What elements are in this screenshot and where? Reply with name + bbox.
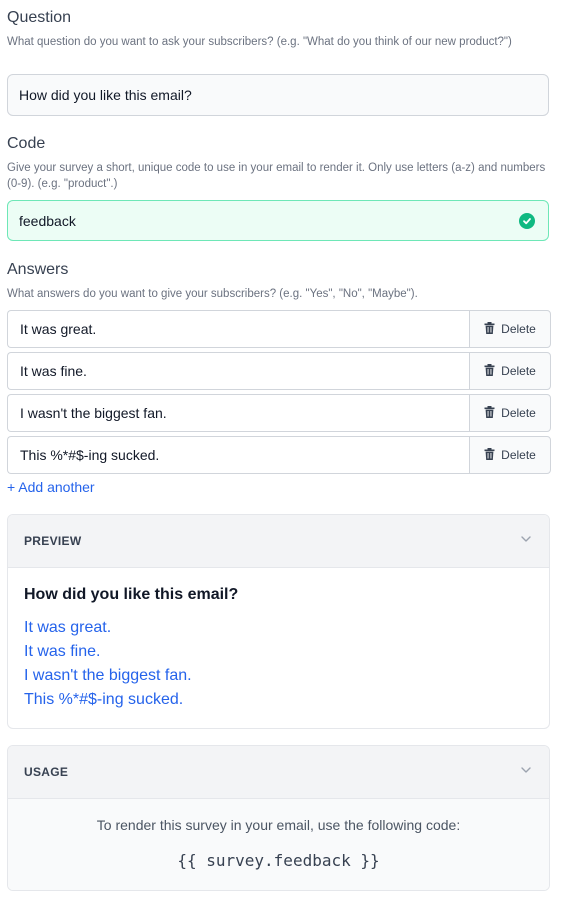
chevron-down-icon (519, 763, 533, 782)
delete-label: Delete (501, 448, 536, 462)
preview-panel-header[interactable]: PREVIEW (8, 515, 549, 568)
question-help: What question do you want to ask your su… (7, 36, 512, 48)
add-answer-link[interactable]: + Add another (7, 479, 95, 495)
question-input-value: How did you like this email? (19, 87, 192, 103)
usage-title: USAGE (24, 765, 69, 779)
answer-input[interactable]: This %*#$-ing sucked. (7, 436, 469, 474)
usage-code-snippet: {{ survey.feedback }} (177, 851, 380, 870)
code-input[interactable]: feedback (7, 200, 549, 241)
delete-label: Delete (501, 322, 536, 336)
delete-answer-button[interactable]: Delete (469, 310, 551, 348)
code-label: Code (7, 135, 46, 152)
answer-row: It was fine. Delete (7, 352, 551, 390)
answer-input-value: This %*#$-ing sucked. (20, 447, 160, 463)
answer-row: It was great. Delete (7, 310, 551, 348)
usage-instruction: To render this survey in your email, use… (96, 817, 461, 833)
preview-answer-link[interactable]: It was fine. (24, 640, 533, 664)
delete-label: Delete (501, 364, 536, 378)
trash-icon (484, 405, 495, 421)
answer-input-value: I wasn't the biggest fan. (20, 405, 167, 421)
trash-icon (484, 363, 495, 379)
preview-answer-link[interactable]: I wasn't the biggest fan. (24, 664, 533, 688)
code-help: Give your survey a short, unique code to… (7, 162, 546, 190)
answer-row: This %*#$-ing sucked. Delete (7, 436, 551, 474)
code-input-value: feedback (19, 212, 76, 229)
survey-editor: Question What question do you want to as… (0, 0, 561, 901)
preview-answer-link[interactable]: It was great. (24, 616, 533, 640)
answer-input-value: It was great. (20, 321, 97, 337)
question-label: Question (7, 9, 72, 26)
delete-label: Delete (501, 406, 536, 420)
question-input[interactable]: How did you like this email? (7, 74, 549, 116)
chevron-down-icon (519, 532, 533, 551)
answer-input[interactable]: It was great. (7, 310, 469, 348)
answers-label: Answers (7, 261, 69, 278)
preview-body: How did you like this email? It was grea… (8, 568, 549, 712)
delete-answer-button[interactable]: Delete (469, 394, 551, 432)
preview-title: PREVIEW (24, 534, 82, 548)
delete-answer-button[interactable]: Delete (469, 352, 551, 390)
usage-panel-header[interactable]: USAGE (8, 746, 549, 799)
preview-answer-link[interactable]: This %*#$-ing sucked. (24, 688, 533, 712)
usage-panel: USAGE To render this survey in your emai… (7, 745, 550, 891)
answer-input[interactable]: It was fine. (7, 352, 469, 390)
delete-answer-button[interactable]: Delete (469, 436, 551, 474)
answer-input-value: It was fine. (20, 363, 87, 379)
answers-help: What answers do you want to give your su… (7, 288, 418, 300)
trash-icon (484, 447, 495, 463)
usage-body: To render this survey in your email, use… (8, 799, 549, 890)
check-circle-icon (519, 213, 535, 229)
trash-icon (484, 321, 495, 337)
preview-panel: PREVIEW How did you like this email? It … (7, 514, 550, 729)
preview-question: How did you like this email? (24, 586, 239, 603)
answer-input[interactable]: I wasn't the biggest fan. (7, 394, 469, 432)
answer-row: I wasn't the biggest fan. Delete (7, 394, 551, 432)
